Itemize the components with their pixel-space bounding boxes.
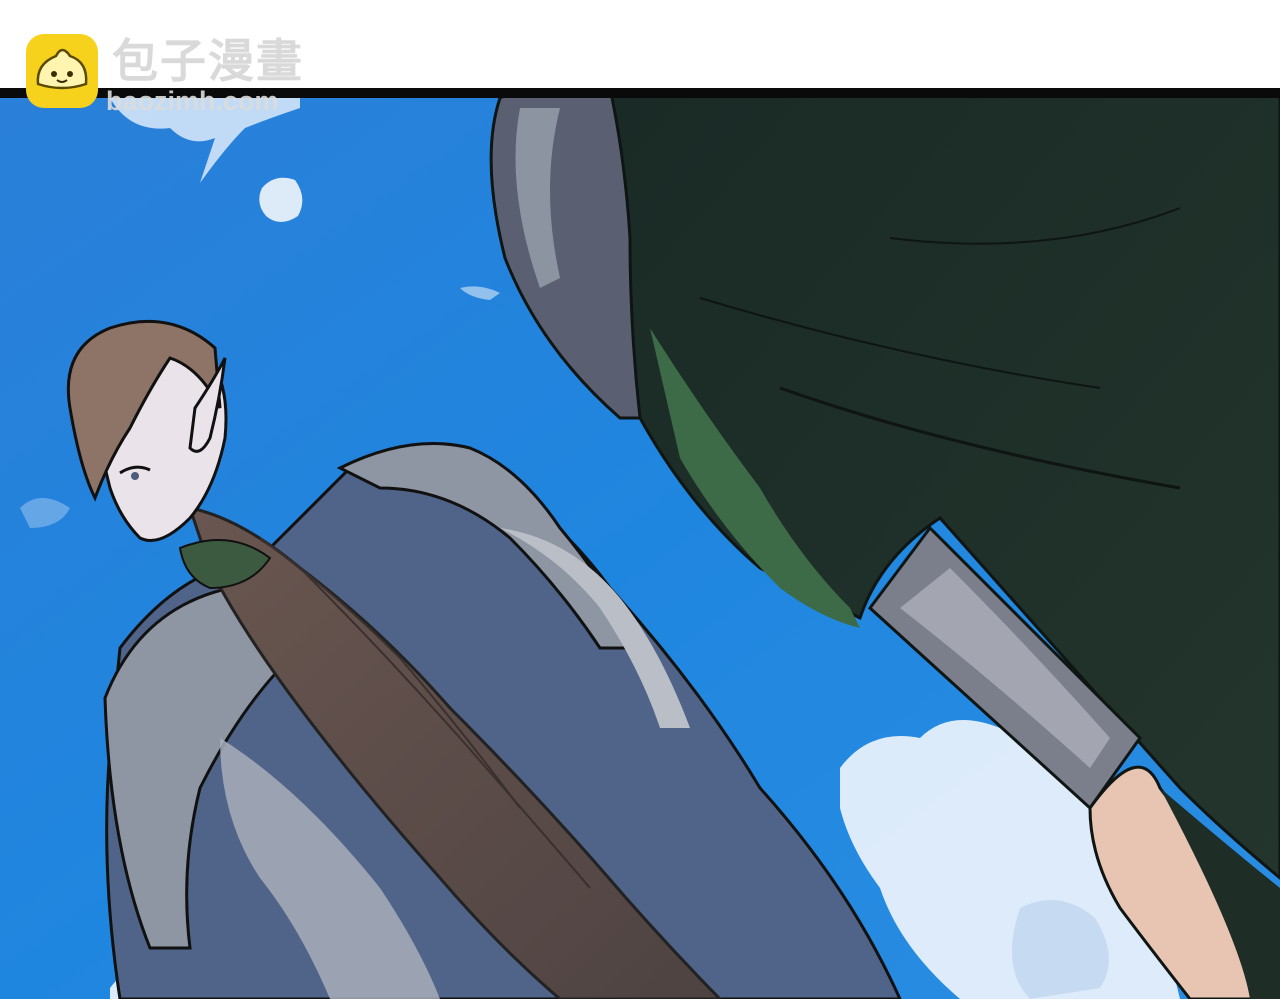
site-watermark: 包子漫畫 baozimh.com xyxy=(24,34,324,116)
comic-panel-illustration xyxy=(0,88,1280,999)
watermark-url: baozimh.com xyxy=(106,86,279,116)
comic-page: 包子漫畫 baozimh.com xyxy=(0,0,1280,999)
steamed-bun-icon xyxy=(26,34,98,108)
watermark-title: 包子漫畫 xyxy=(112,34,304,88)
